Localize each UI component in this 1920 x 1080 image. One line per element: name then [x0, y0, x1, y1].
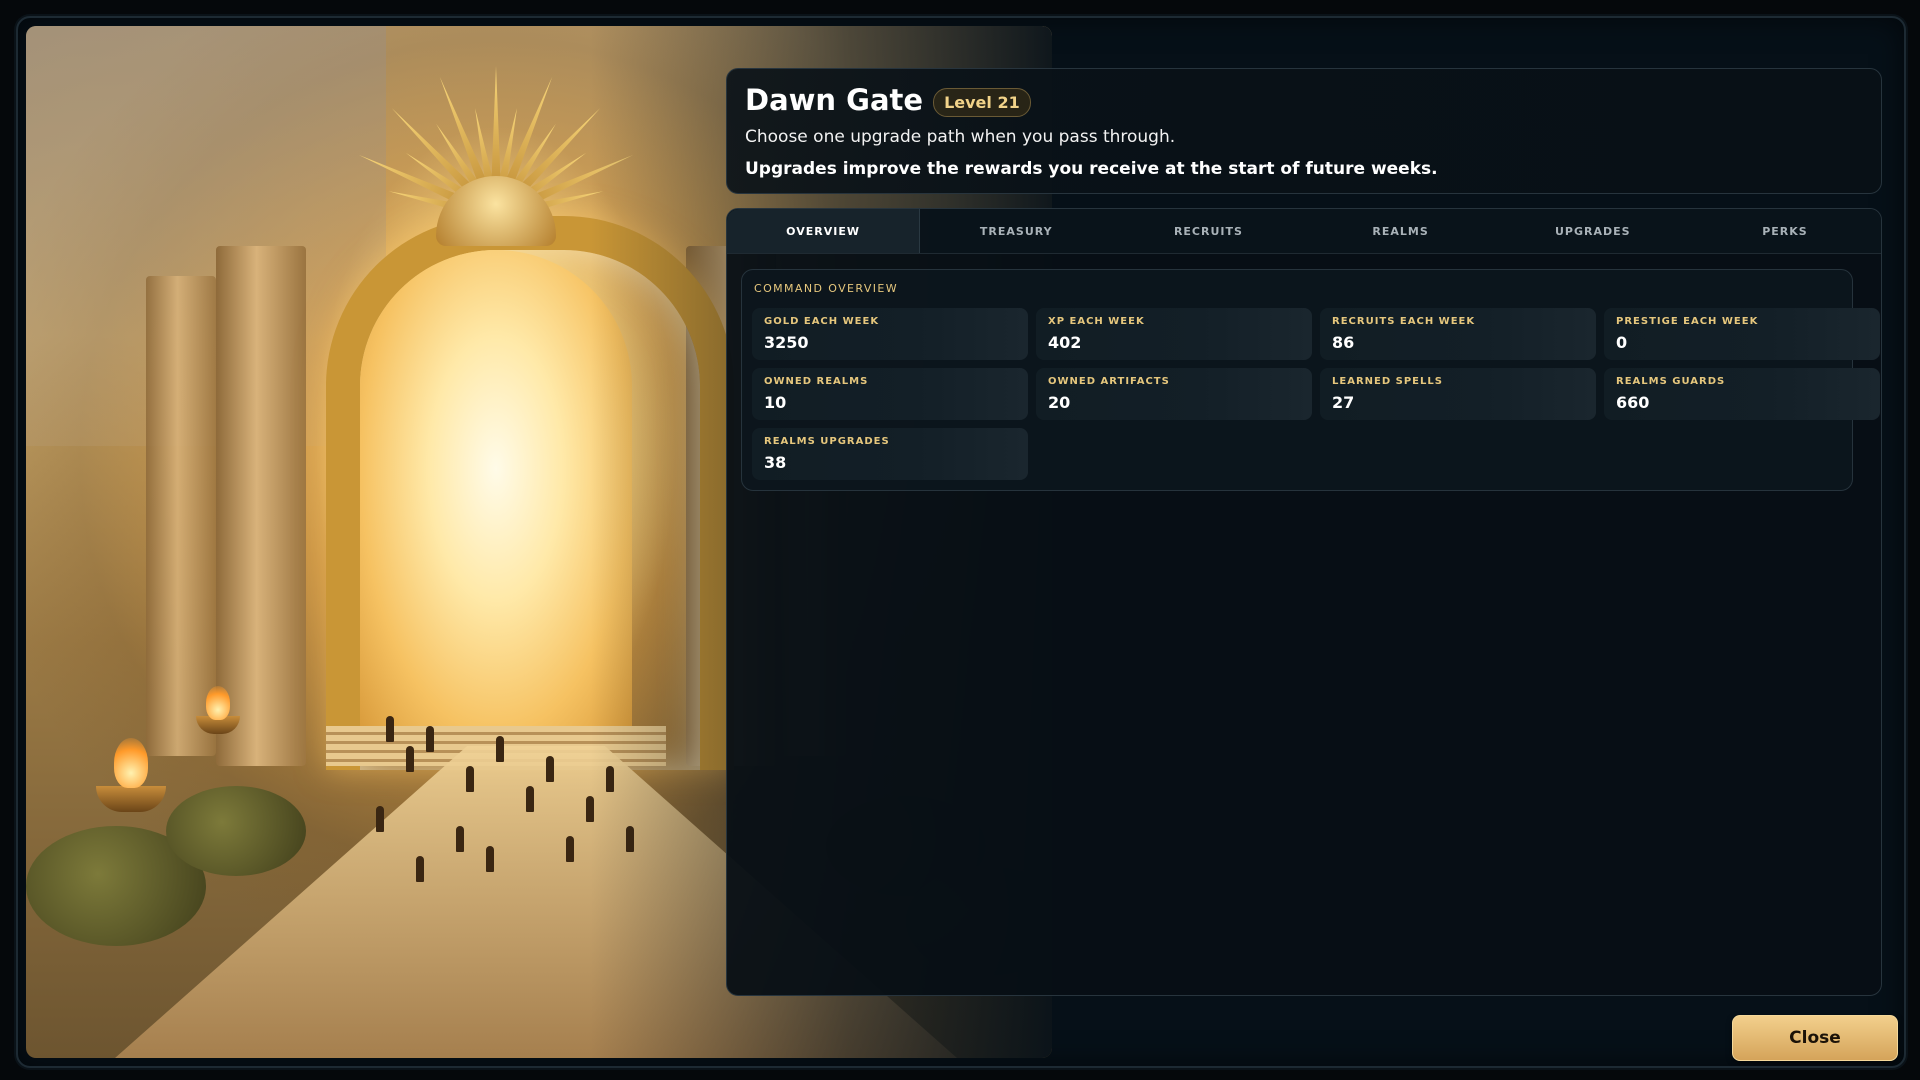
subtitle: Choose one upgrade path when you pass th… — [745, 127, 1176, 147]
stat-value: 20 — [1048, 393, 1071, 412]
section-title: COMMAND OVERVIEW — [754, 282, 899, 295]
stat-value: 86 — [1332, 333, 1355, 352]
tab-realms[interactable]: REALMS — [1305, 209, 1497, 253]
description: Upgrades improve the rewards you receive… — [745, 159, 1438, 179]
stat-learned-spells: LEARNED SPELLS 27 — [1320, 368, 1596, 420]
stat-label: OWNED REALMS — [764, 376, 869, 387]
stat-label: OWNED ARTIFACTS — [1048, 376, 1170, 387]
stat-value: 27 — [1332, 393, 1355, 412]
stat-label: LEARNED SPELLS — [1332, 376, 1443, 387]
stat-label: REALMS GUARDS — [1616, 376, 1726, 387]
main-panel: OVERVIEW TREASURY RECRUITS REALMS UPGRAD… — [726, 208, 1882, 996]
stat-value: 38 — [764, 453, 787, 472]
stat-owned-artifacts: OWNED ARTIFACTS 20 — [1036, 368, 1312, 420]
stat-value: 10 — [764, 393, 787, 412]
stat-owned-realms: OWNED REALMS 10 — [752, 368, 1028, 420]
tab-perks[interactable]: PERKS — [1689, 209, 1881, 253]
level-badge: Level 21 — [933, 87, 1031, 117]
stat-label: REALMS UPGRADES — [764, 436, 890, 447]
stat-gold-each-week: GOLD EACH WEEK 3250 — [752, 308, 1028, 360]
tab-recruits[interactable]: RECRUITS — [1112, 209, 1304, 253]
stat-prestige-each-week: PRESTIGE EACH WEEK 0 — [1604, 308, 1880, 360]
stat-value: 0 — [1616, 333, 1628, 352]
stat-value: 3250 — [764, 333, 809, 352]
dialog-frame: Dawn Gate Level 21 Choose one upgrade pa… — [16, 16, 1906, 1068]
command-overview: COMMAND OVERVIEW GOLD EACH WEEK 3250 XP … — [741, 269, 1880, 491]
tab-overview[interactable]: OVERVIEW — [727, 209, 921, 253]
stat-value: 660 — [1616, 393, 1650, 412]
page-title: Dawn Gate — [745, 83, 924, 117]
tab-treasury[interactable]: TREASURY — [920, 209, 1112, 253]
stat-xp-each-week: XP EACH WEEK 402 — [1036, 308, 1312, 360]
tab-upgrades[interactable]: UPGRADES — [1497, 209, 1689, 253]
stat-realms-upgrades: REALMS UPGRADES 38 — [752, 428, 1028, 480]
stat-label: PRESTIGE EACH WEEK — [1616, 316, 1759, 327]
stat-label: RECRUITS EACH WEEK — [1332, 316, 1476, 327]
stat-label: XP EACH WEEK — [1048, 316, 1145, 327]
stat-value: 402 — [1048, 333, 1082, 352]
stat-realms-guards: REALMS GUARDS 660 — [1604, 368, 1880, 420]
header-panel: Dawn Gate Level 21 Choose one upgrade pa… — [726, 68, 1882, 194]
tab-bar: OVERVIEW TREASURY RECRUITS REALMS UPGRAD… — [727, 209, 1881, 254]
stat-grid: GOLD EACH WEEK 3250 XP EACH WEEK 402 REC… — [752, 308, 1880, 480]
stat-recruits-each-week: RECRUITS EACH WEEK 86 — [1320, 308, 1596, 360]
stat-label: GOLD EACH WEEK — [764, 316, 880, 327]
close-button[interactable]: Close — [1732, 1015, 1898, 1061]
